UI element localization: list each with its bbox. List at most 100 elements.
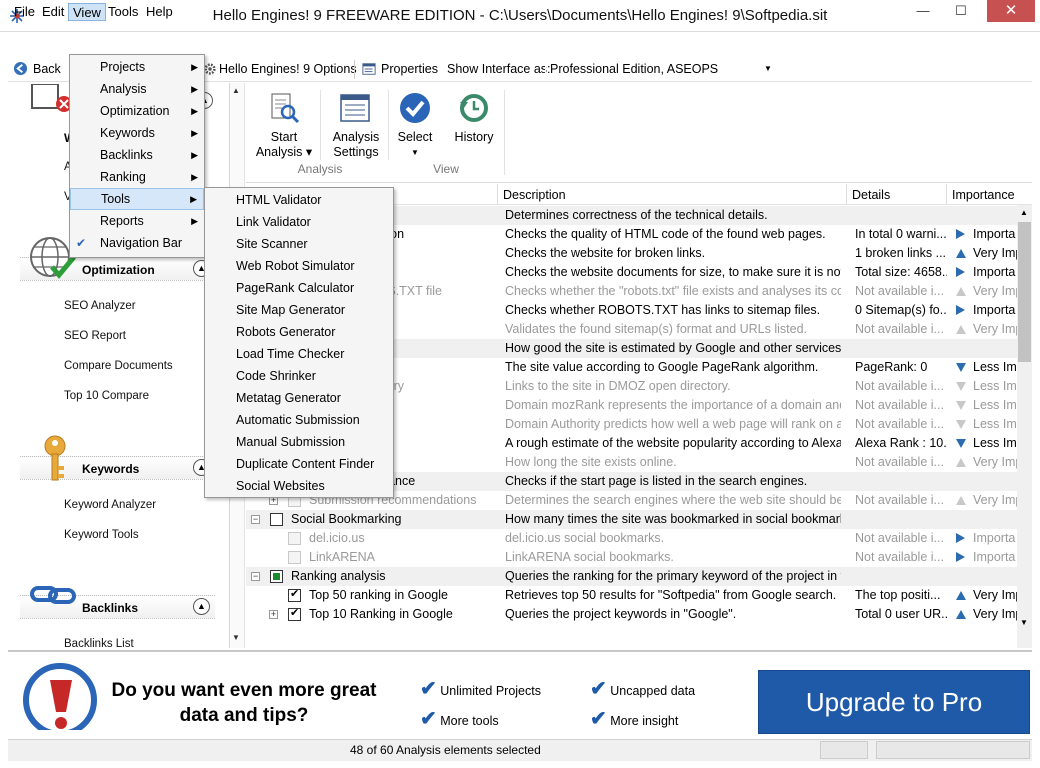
row-checkbox[interactable] bbox=[288, 532, 301, 545]
expand-toggle[interactable]: + bbox=[269, 610, 278, 619]
backlinks-section-title[interactable]: Backlinks bbox=[82, 601, 138, 615]
interface-dropdown[interactable]: Professional Edition, ASEOPS ▼ bbox=[545, 59, 775, 79]
importance-arrow-icon bbox=[956, 401, 966, 410]
tools-submenu-item[interactable]: Link Validator bbox=[205, 211, 393, 233]
row-checkbox[interactable] bbox=[288, 551, 301, 564]
view-menu-item[interactable]: Ranking ▶ bbox=[70, 166, 204, 188]
row-description: Checks whether the "robots.txt" file exi… bbox=[505, 284, 841, 298]
optimization-section-title[interactable]: Optimization bbox=[82, 263, 155, 277]
row-details: Not available i... bbox=[855, 284, 944, 298]
column-header-importance[interactable]: Importance bbox=[952, 188, 1015, 202]
tools-submenu-item[interactable]: Social Websites bbox=[205, 475, 393, 497]
sidebar-item-keyword-analyzer[interactable]: Keyword Analyzer bbox=[64, 499, 156, 511]
table-category-row[interactable]: − Social Bookmarking How many times the si… bbox=[246, 510, 1018, 529]
upgrade-to-pro-button[interactable]: Upgrade to Pro bbox=[758, 670, 1030, 734]
table-category-row[interactable]: − Ranking analysis Queries the ranking for… bbox=[246, 567, 1018, 586]
row-checkbox[interactable] bbox=[270, 570, 283, 583]
menu-item-label: Reports bbox=[100, 214, 144, 228]
scroll-up-icon[interactable]: ▲ bbox=[1020, 208, 1028, 217]
menu-item-label: Backlinks bbox=[100, 148, 153, 162]
view-menu-item[interactable]: Backlinks ▶ bbox=[70, 144, 204, 166]
chevron-down-icon: ▼ bbox=[764, 64, 772, 73]
sidebar-item-seo-analyzer[interactable]: SEO Analyzer bbox=[64, 300, 136, 312]
expand-toggle[interactable]: − bbox=[251, 515, 260, 524]
tools-submenu-item[interactable]: HTML Validator bbox=[205, 189, 393, 211]
row-importance: Very Imp bbox=[973, 322, 1018, 336]
feature-label: More tools bbox=[440, 714, 499, 728]
tools-submenu-item[interactable]: PageRank Calculator bbox=[205, 277, 393, 299]
menu-tools[interactable]: Tools bbox=[104, 3, 142, 21]
minimize-button[interactable]: — bbox=[905, 0, 941, 22]
start-analysis-label-2: Analysis ▾ bbox=[255, 145, 313, 159]
ribbon-group-view: View bbox=[433, 162, 459, 176]
tools-submenu-item[interactable]: Site Scanner bbox=[205, 233, 393, 255]
row-description: Links to the site in DMOZ open directory… bbox=[505, 379, 731, 393]
tools-submenu-item[interactable]: Site Map Generator bbox=[205, 299, 393, 321]
checkmark-icon: ✔ bbox=[420, 708, 437, 730]
sidebar-item-backlinks-list[interactable]: Backlinks List bbox=[64, 638, 134, 650]
tools-submenu-item[interactable]: Code Shrinker bbox=[205, 365, 393, 387]
row-description: Checks the quality of HTML code of the f… bbox=[505, 227, 826, 241]
tools-submenu-item[interactable]: Duplicate Content Finder bbox=[205, 453, 393, 475]
row-checkbox[interactable] bbox=[270, 513, 283, 526]
expand-toggle[interactable]: − bbox=[251, 572, 260, 581]
key-icon bbox=[44, 435, 66, 481]
table-row[interactable]: del.icio.us del.icio.us social bookmarks.… bbox=[246, 529, 1018, 548]
backlinks-collapse-button[interactable]: ▲ bbox=[193, 598, 210, 615]
tools-submenu-item[interactable]: Load Time Checker bbox=[205, 343, 393, 365]
view-menu-item[interactable]: Reports ▶ bbox=[70, 210, 204, 232]
history-button[interactable]: History bbox=[449, 130, 499, 145]
row-checkbox[interactable] bbox=[288, 606, 301, 621]
status-progress bbox=[876, 741, 1030, 759]
tools-submenu-item[interactable]: Manual Submission bbox=[205, 431, 393, 453]
maximize-button[interactable]: ☐ bbox=[941, 0, 981, 22]
view-menu-item[interactable]: Optimization ▶ bbox=[70, 100, 204, 122]
view-menu-item[interactable]: Keywords ▶ bbox=[70, 122, 204, 144]
keywords-section-title[interactable]: Keywords bbox=[82, 462, 139, 476]
analysis-settings-button[interactable]: Analysis Settings bbox=[326, 130, 386, 160]
scroll-up-icon[interactable]: ▲ bbox=[232, 86, 240, 95]
settings-label-1: Analysis bbox=[332, 130, 380, 144]
row-description: Checks the website documents for size, t… bbox=[505, 265, 841, 279]
table-row[interactable]: LinkARENA LinkARENA social bookmarks. Not … bbox=[246, 548, 1018, 567]
tools-submenu-item[interactable]: Web Robot Simulator bbox=[205, 255, 393, 277]
start-analysis-button[interactable]: Start Analysis ▾ bbox=[254, 130, 314, 160]
back-button[interactable]: Back bbox=[33, 61, 61, 77]
view-menu-item[interactable]: Tools ▶ bbox=[70, 188, 204, 210]
tools-submenu-item[interactable]: Metatag Generator bbox=[205, 387, 393, 409]
tools-submenu-item[interactable]: Robots Generator bbox=[205, 321, 393, 343]
sidebar-item-compare-documents[interactable]: Compare Documents bbox=[64, 360, 173, 372]
column-divider bbox=[946, 184, 947, 204]
table-scrollbar-thumb[interactable] bbox=[1018, 222, 1031, 362]
options-button[interactable]: Hello Engines! 9 Options bbox=[219, 61, 357, 77]
column-header-details[interactable]: Details bbox=[852, 188, 890, 202]
menu-view[interactable]: View bbox=[68, 3, 106, 21]
properties-button[interactable]: Properties bbox=[381, 61, 438, 77]
view-menu-popup: Projects ▶ Analysis ▶ Optimization ▶ Keywords ▶… bbox=[69, 54, 205, 258]
row-checkbox[interactable] bbox=[288, 587, 301, 602]
sidebar-item-seo-report[interactable]: SEO Report bbox=[64, 330, 126, 342]
analysis-settings-icon bbox=[340, 94, 370, 122]
ribbon-divider bbox=[504, 90, 505, 175]
menu-help[interactable]: Help bbox=[142, 3, 177, 21]
menu-edit[interactable]: Edit bbox=[38, 3, 68, 21]
view-menu-item[interactable]: Navigation Bar ✔ bbox=[70, 232, 204, 254]
row-description: Retrieves top 50 results for "Softpedia"… bbox=[505, 588, 837, 602]
scroll-down-icon[interactable]: ▼ bbox=[232, 633, 240, 642]
select-label: Select bbox=[397, 130, 433, 144]
column-header-description[interactable]: Description bbox=[503, 188, 566, 202]
row-details: Not available i... bbox=[855, 493, 944, 507]
table-row[interactable]: + Top 10 Ranking in Google Queries the pro… bbox=[246, 605, 1018, 624]
menu-file[interactable]: File bbox=[10, 3, 39, 21]
sidebar-item-keyword-tools[interactable]: Keyword Tools bbox=[64, 529, 139, 541]
close-button[interactable]: ✕ bbox=[987, 0, 1035, 22]
table-row[interactable]: Top 50 ranking in Google Retrieves top 50… bbox=[246, 586, 1018, 605]
tools-submenu-item[interactable]: Automatic Submission bbox=[205, 409, 393, 431]
select-button[interactable]: Select ▼ bbox=[390, 130, 440, 160]
feature-unlimited-projects: ✔ Unlimited Projects bbox=[420, 676, 541, 701]
sidebar-item-top10-compare[interactable]: Top 10 Compare bbox=[64, 390, 149, 402]
importance-arrow-icon bbox=[956, 552, 965, 562]
scroll-down-icon[interactable]: ▼ bbox=[1020, 618, 1028, 627]
view-menu-item[interactable]: Projects ▶ bbox=[70, 56, 204, 78]
view-menu-item[interactable]: Analysis ▶ bbox=[70, 78, 204, 100]
